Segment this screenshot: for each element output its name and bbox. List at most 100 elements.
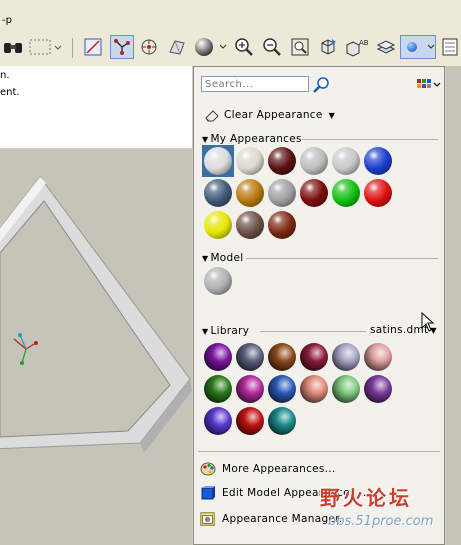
sphere-icon xyxy=(268,343,296,371)
library-header[interactable]: ▼ Library xyxy=(202,324,367,338)
model-geometry xyxy=(0,176,192,453)
sphere-icon xyxy=(204,267,232,295)
sphere-icon xyxy=(300,179,328,207)
sphere-icon xyxy=(204,147,232,175)
sphere-icon xyxy=(204,375,232,403)
graphics-viewport-edge xyxy=(446,66,461,545)
sphere-icon xyxy=(268,179,296,207)
more-appearances-label: More Appearances... xyxy=(222,463,336,475)
eraser-icon xyxy=(205,110,219,122)
select-box-icon[interactable] xyxy=(28,36,62,58)
appearance-swatch-satin-violet[interactable] xyxy=(362,373,394,405)
library-file-name: satins.dmt xyxy=(370,324,429,336)
spin-center-icon[interactable] xyxy=(138,36,160,58)
view-mode-icon[interactable] xyxy=(416,78,442,92)
appearance-swatch-satin-green[interactable] xyxy=(202,373,234,405)
appearance-swatch-white-silver[interactable] xyxy=(202,145,234,177)
appearance-sphere-icon[interactable] xyxy=(193,36,227,58)
model-tree-icon[interactable] xyxy=(440,36,460,58)
collapse-triangle-icon[interactable]: ▼ xyxy=(202,327,208,336)
sphere-icon xyxy=(332,343,360,371)
manager-icon xyxy=(200,511,216,527)
search-field[interactable] xyxy=(201,76,309,92)
sphere-icon xyxy=(364,179,392,207)
appearance-gallery-popup: Clear Appearance ▼ ▼ My Appearances ▼ Mo… xyxy=(193,66,445,545)
appearance-swatch-satin-teal[interactable] xyxy=(266,405,298,437)
sphere-icon xyxy=(236,343,264,371)
sphere-icon xyxy=(268,147,296,175)
appearance-swatch-gold[interactable] xyxy=(234,177,266,209)
more-appearances-button[interactable]: More Appearances... xyxy=(200,460,336,478)
message-area: n. ent. xyxy=(0,66,193,148)
repaint-icon[interactable] xyxy=(166,36,188,58)
appearance-swatch-grey-split[interactable] xyxy=(298,145,330,177)
clear-appearance-button[interactable]: Clear Appearance ▼ xyxy=(204,107,335,123)
appearance-swatch-steel-blue[interactable] xyxy=(202,177,234,209)
appearance-swatch-satin-red[interactable] xyxy=(234,405,266,437)
sphere-icon xyxy=(268,375,296,403)
message-line: n. xyxy=(0,70,10,81)
refit-icon[interactable] xyxy=(289,36,311,58)
named-view-icon[interactable]: AB xyxy=(345,36,371,58)
search-input[interactable] xyxy=(202,77,308,92)
appearance-swatch-satin-slate[interactable] xyxy=(234,341,266,373)
sphere-icon xyxy=(236,179,264,207)
appearance-swatch-red[interactable] xyxy=(362,177,394,209)
watermark: 野火论坛 bbs.51proe.com xyxy=(300,478,461,545)
sphere-icon xyxy=(268,407,296,435)
collapse-triangle-icon[interactable]: ▼ xyxy=(202,254,208,263)
model-title: Model xyxy=(210,252,244,264)
sphere-icon xyxy=(332,375,360,403)
appearance-swatch-satin-purple[interactable] xyxy=(202,341,234,373)
divider xyxy=(198,451,440,452)
sphere-icon xyxy=(204,179,232,207)
appearance-swatch-brick[interactable] xyxy=(266,209,298,241)
appearance-swatch-dark-red[interactable] xyxy=(266,145,298,177)
sphere-icon xyxy=(300,375,328,403)
appearance-swatch-satin-indigo[interactable] xyxy=(202,405,234,437)
appearance-swatch-grey[interactable] xyxy=(266,177,298,209)
appearance-swatch-satin-lavender[interactable] xyxy=(330,341,362,373)
appearance-swatch-stone[interactable] xyxy=(234,209,266,241)
menu-bar: -p xyxy=(0,0,461,30)
sphere-icon xyxy=(236,407,264,435)
binoculars-icon[interactable] xyxy=(2,36,24,58)
my-appearances-header[interactable]: ▼ My Appearances xyxy=(202,132,438,146)
appearance-swatch-satin-mint[interactable] xyxy=(330,373,362,405)
sphere-icon xyxy=(268,211,296,239)
appearance-swatch-satin-brown[interactable] xyxy=(266,341,298,373)
appearance-swatch-yellow[interactable] xyxy=(202,209,234,241)
search-icon[interactable] xyxy=(312,76,330,97)
appearance-swatch-blue[interactable] xyxy=(362,145,394,177)
appearance-swatch-model-grey[interactable] xyxy=(202,265,234,297)
sphere-icon xyxy=(364,343,392,371)
clear-appearance-label: Clear Appearance xyxy=(224,109,323,121)
datum-point-icon[interactable] xyxy=(110,35,134,59)
appearance-swatch-maroon[interactable] xyxy=(298,177,330,209)
zoom-in-icon[interactable] xyxy=(233,36,255,58)
appearance-gallery-icon[interactable] xyxy=(400,35,436,59)
sphere-icon xyxy=(300,343,328,371)
appearance-swatch-satin-magenta[interactable] xyxy=(234,373,266,405)
appearance-swatch-satin-blue[interactable] xyxy=(266,373,298,405)
sphere-icon xyxy=(364,375,392,403)
collapse-triangle-icon[interactable]: ▼ xyxy=(202,135,208,144)
sphere-icon xyxy=(236,147,264,175)
layers-icon[interactable] xyxy=(375,36,397,58)
appearance-swatch-satin-salmon[interactable] xyxy=(298,373,330,405)
sphere-icon xyxy=(332,147,360,175)
appearance-swatch-pearl[interactable] xyxy=(234,145,266,177)
sketch-icon[interactable] xyxy=(82,36,104,58)
sphere-icon xyxy=(236,375,264,403)
chevron-down-icon[interactable]: ▼ xyxy=(329,111,335,120)
appearance-swatch-satin-rose[interactable] xyxy=(362,341,394,373)
my-appearances-title: My Appearances xyxy=(210,133,302,145)
model-header[interactable]: ▼ Model xyxy=(202,251,438,265)
sphere-icon xyxy=(364,147,392,175)
graphics-viewport[interactable] xyxy=(0,149,192,545)
appearance-swatch-silver[interactable] xyxy=(330,145,362,177)
appearance-swatch-green[interactable] xyxy=(330,177,362,209)
appearance-swatch-satin-wine[interactable] xyxy=(298,341,330,373)
orient-icon[interactable] xyxy=(317,36,339,58)
zoom-out-icon[interactable] xyxy=(261,36,283,58)
